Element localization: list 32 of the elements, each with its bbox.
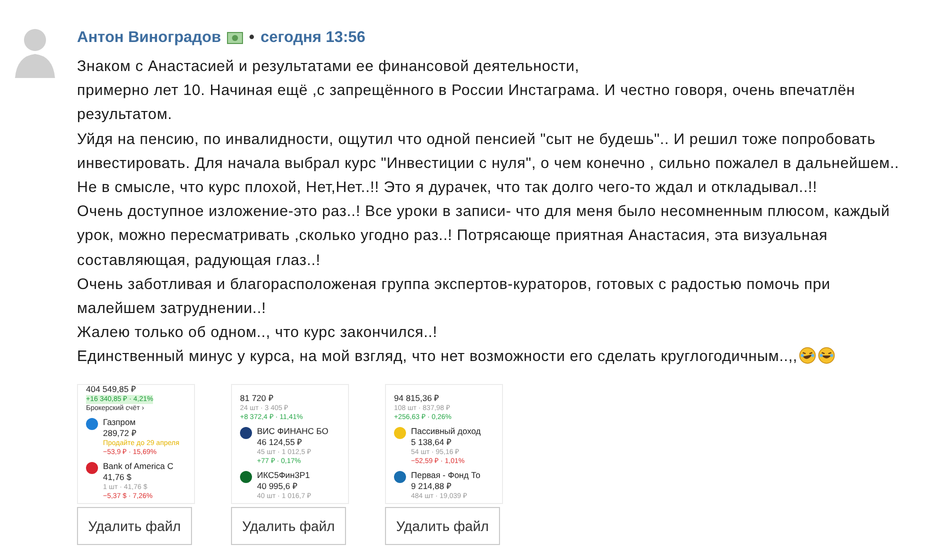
comment-paragraph: Очень доступное изложение-это раз..! Все уроки в записи- что для меня было несомненным плюсом, каждый урок, можно пересматривать ,сколько угодно раз..! Потрясающе приятная Анастасия, эта визуальная составляющая, радующая глаз..! [77,202,891,271]
portfolio-text: 404 549,85 ₽ [86,384,137,395]
holding-name: Газпром [103,416,137,428]
comment-paragraph: Очень заботливая и благорасположеная группа экспертов-кураторов, готовых с радостью помочь при малейшем затруднении..! [77,274,832,320]
holding-name: Bank of America C [103,460,174,472]
bullet-separator: • [249,29,254,47]
holding-value: 41,76 $ [103,472,132,483]
comment-time: сегодня 13:56 [260,29,366,47]
holding-value: 46 124,55 ₽ [257,436,304,448]
holding-name: Пассивный доход [411,426,481,437]
comment-paragraph: Единственный минус у курса, на мой взгляд, что нет возможности его сделать круглогодичным..,, [77,345,906,370]
laughing-emoji-icon [799,347,816,364]
comment-paragraph: примерно лет 10. Начиная ещё ,с запрещённого в России Инстаграма. И честно говоря, очень впечатлён результатом. [77,81,856,126]
comment-paragraph: Уйдя на пенсию, по инвалидности, ощутил что одной пенсией "сыт не будешь".. И решил тоже попробовать инвестировать. Для начала выбрал курс "Инвестиции с нуля", о чем конечно , сильно пожалел в дальнейшем.. Не в смысле, что курс плохой, Нет,Нет..!! Это я дурачек, что так долго чего-то ждал и откладывал..!! [77,130,900,198]
delete-file-button[interactable]: Удалить файл [385,506,500,545]
portfolio-text: 94 815,36 ₽ [394,392,440,404]
holding-value: 40 995,6 ₽ [257,480,298,492]
avatar-icon [15,26,55,78]
holding-value: 9 214,88 ₽ [411,480,452,492]
delete-file-button[interactable]: Удалить файл [231,506,346,545]
holding-value: 5 138,64 ₽ [411,436,452,448]
delete-file-button[interactable]: Удалить файл [77,506,192,545]
author-name[interactable]: Антон Виноградов [77,29,222,47]
holding-name: Первая - Фонд То [411,470,480,481]
holding-name: ВИС ФИНАНС БО [257,426,328,437]
comment-paragraph: Знаком с Анастасией и результатами ее финансовой деятельности, [77,57,580,77]
money-icon [227,32,244,44]
holding-value: 289,72 ₽ [103,428,138,439]
laughing-emoji-icon [818,347,836,364]
comment-paragraph: Жалею только об одном.., что курс закончился..! [77,323,438,344]
portfolio-text: 81 720 ₽ [240,392,274,404]
holding-name: ИКС5Фин3Р1 [257,470,311,481]
